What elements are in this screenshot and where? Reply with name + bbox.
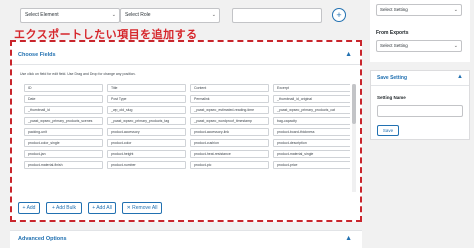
add-all-button[interactable]: + Add All (88, 202, 116, 214)
select-setting-label: Select Setting (380, 43, 408, 48)
field-chip[interactable]: product-color_single (24, 139, 103, 147)
field-chip[interactable]: product-price (273, 161, 350, 169)
field-chip[interactable]: product-cushion (190, 139, 269, 147)
field-chip[interactable]: Title (107, 84, 186, 92)
field-chip[interactable]: ID (24, 84, 103, 92)
filter-bar: Select Element ⌄ Select Role ⌄ + (10, 6, 360, 26)
select-setting-label: Select Setting (380, 7, 408, 12)
advanced-options-panel[interactable]: Advanced Options ▲ (10, 230, 362, 248)
choose-fields-panel: Choose Fields ▲ Use click on field for e… (10, 40, 362, 222)
chevron-down-icon: ⌄ (453, 7, 458, 13)
from-exports-label: From Exports (376, 30, 409, 36)
divider (12, 64, 360, 65)
field-chip[interactable]: product-accessory (107, 128, 186, 136)
field-chip[interactable]: product-jan (24, 150, 103, 158)
setting-name-input[interactable] (377, 105, 463, 117)
panel-header[interactable]: Choose Fields ▲ (18, 51, 354, 64)
field-chip[interactable]: _yoast_wpseo_wordproof_timestamp (190, 117, 269, 125)
chevron-down-icon: ⌄ (211, 12, 216, 18)
save-button[interactable]: Save (377, 125, 399, 136)
field-chip[interactable]: _wp_old_slug (107, 106, 186, 114)
collapse-caret-icon[interactable]: ▲ (345, 235, 352, 242)
annotation-text: エクスポートしたい項目を追加する (14, 29, 198, 41)
filter-value-input[interactable] (232, 8, 322, 23)
field-chip[interactable]: _thumbnail_id_original (273, 95, 350, 103)
field-chip[interactable]: Excerpt (273, 84, 350, 92)
field-chip[interactable]: packing-unit (24, 128, 103, 136)
chevron-down-icon: ⌄ (111, 12, 116, 18)
field-chip[interactable]: product-material-finish (24, 161, 103, 169)
field-chip[interactable]: product-pic (190, 161, 269, 169)
field-chip[interactable]: product-description (273, 139, 350, 147)
field-chip[interactable]: _yoast_wpseo_primary_products_cat (273, 106, 350, 114)
select-role-dropdown[interactable]: Select Role ⌄ (120, 8, 220, 23)
field-chip[interactable]: product-heat-resistance (190, 150, 269, 158)
select-role-label: Select Role (125, 12, 151, 18)
remove-all-button[interactable]: ✕ Remove All (122, 202, 162, 214)
field-chip[interactable]: product-height (107, 150, 186, 158)
save-setting-box: Save Setting ▲ Setting Name Save (370, 70, 470, 140)
field-chip[interactable]: product-accessory-link (190, 128, 269, 136)
collapse-caret-icon[interactable]: ▲ (457, 74, 463, 80)
field-chip[interactable]: _yoast_wpseo_primary_products_tag (107, 117, 186, 125)
field-chip[interactable]: Post Type (107, 95, 186, 103)
select-setting-dropdown[interactable]: Select Setting ⌄ (376, 4, 462, 16)
save-setting-title: Save Setting (377, 75, 408, 81)
field-chip[interactable]: bag-capacity (273, 117, 350, 125)
fields-grid: ID Title Content Excerpt Date Post Type Permal… (24, 84, 350, 192)
setting-name-label: Setting Name (377, 95, 406, 100)
divider (371, 85, 469, 86)
select-export-setting-dropdown[interactable]: Select Setting ⌄ (376, 40, 462, 52)
scrollbar-thumb[interactable] (352, 84, 356, 124)
panel-title: Choose Fields (18, 52, 56, 58)
field-chip[interactable]: product-board-thickness (273, 128, 350, 136)
field-chip[interactable]: product-color (107, 139, 186, 147)
field-chip[interactable]: Permalink (190, 95, 269, 103)
field-chip[interactable]: product-material_single (273, 150, 350, 158)
field-chip[interactable]: Date (24, 95, 103, 103)
select-element-dropdown[interactable]: Select Element ⌄ (20, 8, 120, 23)
load-setting-box: Select Setting ⌄ From Exports Select Set… (370, 0, 470, 62)
collapse-caret-icon[interactable]: ▲ (345, 51, 352, 58)
fields-scrollbar[interactable] (352, 84, 356, 192)
page: Select Element ⌄ Select Role ⌄ + Choose … (0, 0, 474, 248)
field-chip[interactable]: _yoast_wpseo_primary_products_scenes (24, 117, 103, 125)
field-chip[interactable]: _yoast_wpseo_estimated-reading-time (190, 106, 269, 114)
field-chip[interactable]: Content (190, 84, 269, 92)
field-chip[interactable]: _thumbnail_id (24, 106, 103, 114)
panel-hint: Use click on field for edit field. Use D… (20, 72, 136, 76)
add-bulk-button[interactable]: + Add Bulk (46, 202, 82, 214)
advanced-options-label: Advanced Options (18, 236, 67, 242)
select-element-label: Select Element (25, 12, 59, 18)
field-chip[interactable]: product-number (107, 161, 186, 169)
sidebar: Select Setting ⌄ From Exports Select Set… (370, 0, 474, 248)
chevron-down-icon: ⌄ (453, 43, 458, 49)
add-filter-button[interactable]: + (332, 8, 346, 22)
add-button[interactable]: + Add (18, 202, 40, 214)
